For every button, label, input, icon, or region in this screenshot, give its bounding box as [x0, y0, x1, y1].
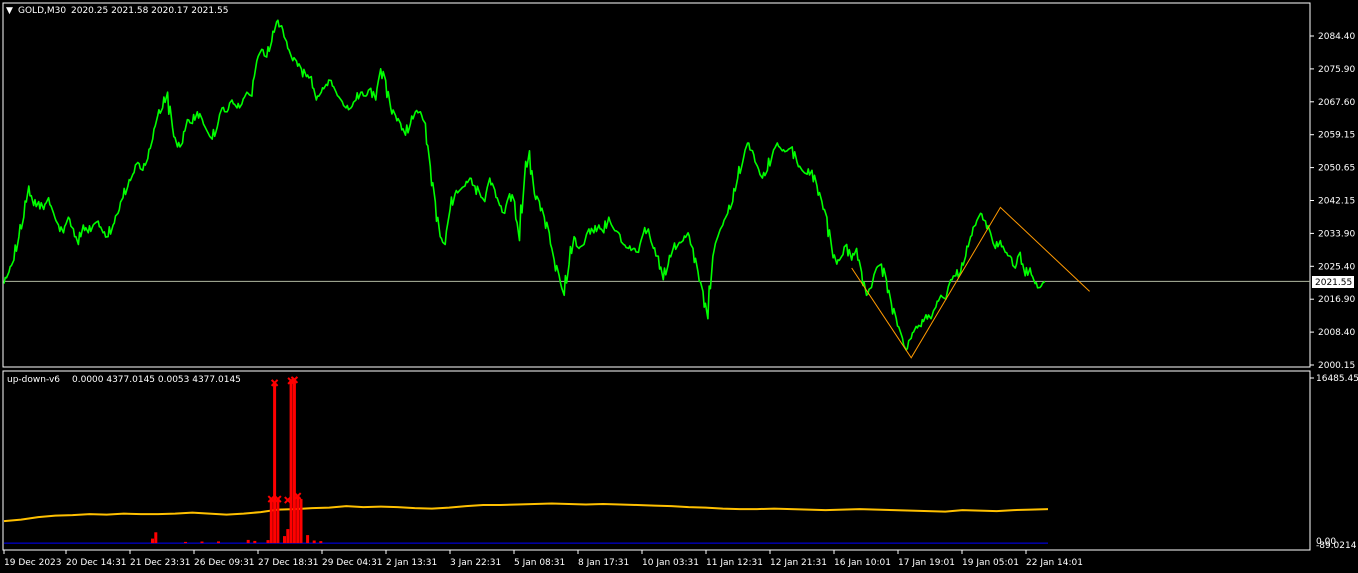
x-tick-label: 21 Dec 23:31: [130, 558, 191, 568]
y-tick-label: 2033.90: [1318, 229, 1355, 239]
histogram-bar: [312, 540, 316, 544]
histogram-bar: [289, 380, 293, 544]
histogram-bar: [253, 540, 257, 544]
y-tick-label: 2025.40: [1318, 262, 1355, 272]
y-tick-label: 2075.90: [1318, 65, 1355, 75]
histogram-bar: [273, 382, 277, 544]
x-tick-label: 5 Jan 08:31: [514, 558, 565, 568]
histogram-bar: [151, 538, 154, 544]
current-price-label: 2021.55: [1315, 278, 1352, 288]
y-tick-label: 2008.40: [1318, 328, 1355, 338]
x-tick-label: 10 Jan 03:31: [642, 558, 699, 568]
histogram-bar: [184, 541, 187, 544]
y-tick-label: 2042.15: [1318, 197, 1355, 207]
y-tick-label: 2059.15: [1318, 131, 1355, 141]
y-tick-label: 2067.60: [1318, 98, 1355, 108]
x-tick-label: 20 Dec 14:31: [66, 558, 127, 568]
x-tick-label: 8 Jan 17:31: [578, 558, 629, 568]
x-tick-label: 11 Jan 12:31: [706, 558, 763, 568]
x-tick-label: 3 Jan 22:31: [450, 558, 501, 568]
x-tick-label: 2 Jan 13:31: [386, 558, 437, 568]
x-tick-label: 17 Jan 19:01: [898, 558, 955, 568]
indicator-name: up-down-v6: [7, 375, 60, 385]
x-tick-label: 19 Dec 2023: [4, 558, 62, 568]
histogram-bar: [283, 536, 286, 544]
histogram-bar: [269, 499, 273, 544]
x-tick-label: 29 Dec 04:31: [322, 558, 383, 568]
x-tick-label: 27 Dec 18:31: [258, 558, 319, 568]
histogram-bar: [319, 541, 323, 544]
chart-header-arrow[interactable]: ▼: [6, 6, 13, 16]
indicator-values: 0.0000 4377.0145 0.0053 4377.0145: [72, 375, 241, 385]
sub-bottom-label-2: -89.0214: [1316, 541, 1357, 551]
x-tick-label: 26 Dec 09:31: [194, 558, 255, 568]
sub-panel-frame: [2, 370, 1311, 551]
chart-canvas[interactable]: 2084.40 2075.90 2067.60 2059.15 2050.65 2042.…: [0, 0, 1358, 573]
y-tick-label: 2050.65: [1318, 164, 1355, 174]
indicator-signal-line: [3, 502, 1049, 523]
x-tick-label: 12 Jan 21:31: [770, 558, 827, 568]
chart-symbol: GOLD,M30: [18, 6, 66, 16]
x-tick-label: 16 Jan 10:01: [834, 558, 891, 568]
histogram-bar: [299, 499, 303, 544]
y-tick-label: 2084.40: [1318, 32, 1355, 42]
histogram-bar: [306, 535, 310, 544]
histogram-bar: [296, 496, 300, 544]
histogram-bar: [266, 540, 270, 544]
main-panel-frame: [2, 2, 1311, 368]
histogram-bar: [276, 499, 280, 544]
histogram-bar: [286, 529, 290, 544]
y-tick-label: 2016.90: [1318, 295, 1355, 305]
x-tick-label: 19 Jan 05:01: [962, 558, 1019, 568]
histogram-bar: [200, 541, 204, 544]
histogram-bar: [217, 541, 220, 544]
chart-ohlc: 2020.25 2021.58 2020.17 2021.55: [71, 6, 228, 16]
sub-top-label: 16485.450: [1316, 374, 1358, 384]
x-tick-label: 22 Jan 14:01: [1026, 558, 1083, 568]
price-series-line: [3, 19, 1046, 351]
histogram-bar: [292, 379, 296, 544]
histogram-bar: [246, 539, 250, 544]
y-tick-label: 2000.15: [1318, 361, 1355, 371]
histogram-bar: [154, 532, 158, 544]
